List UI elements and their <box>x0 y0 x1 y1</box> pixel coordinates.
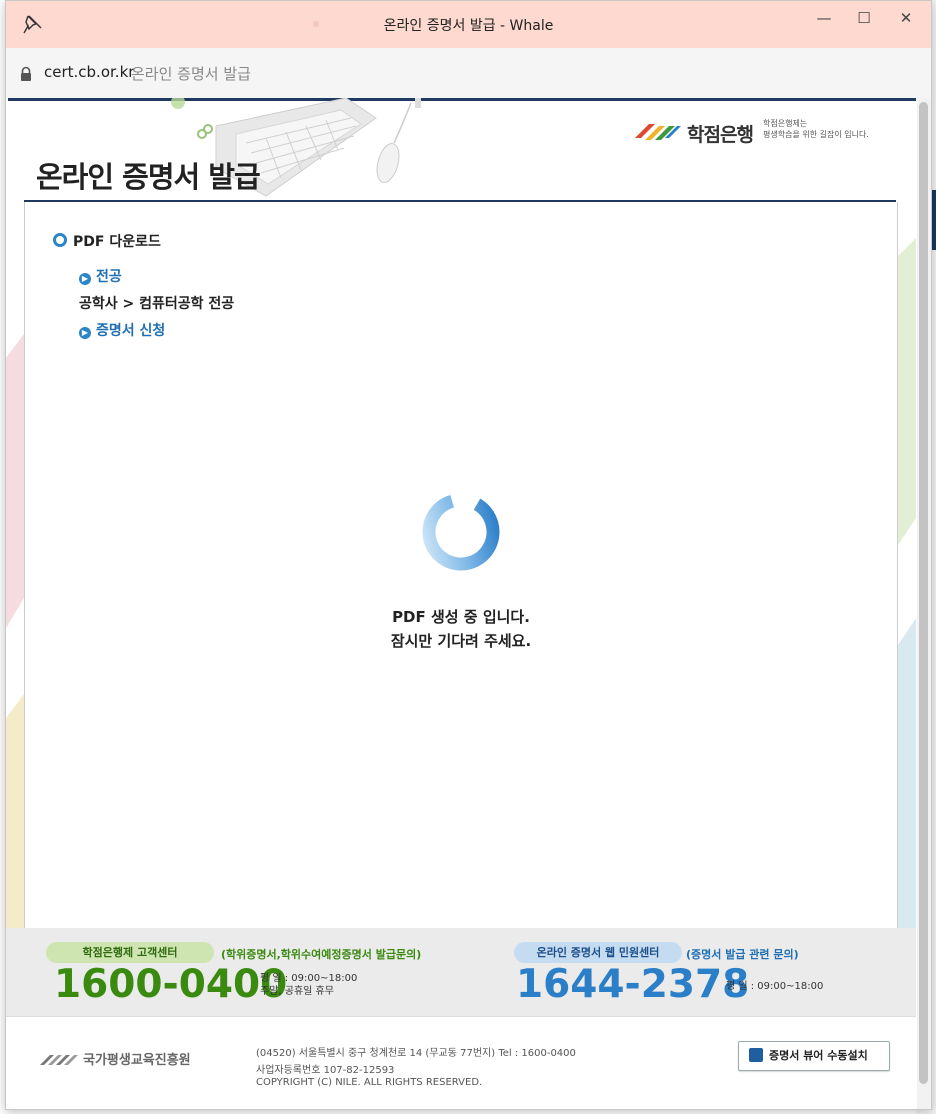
customer-center-phone: 1600-0400 <box>54 962 288 1007</box>
minimize-button[interactable]: — <box>809 7 839 31</box>
lock-icon <box>21 66 31 81</box>
window-title: 온라인 증명서 발급 - Whale <box>383 18 554 34</box>
web-center-note: (증명서 발급 관련 문의) <box>686 948 799 961</box>
customer-center-note: (학위증명서,학위수여예정증명서 발급문의) <box>221 948 422 961</box>
page-title: 온라인 증명서 발급 <box>36 160 261 194</box>
arrow-bullet-icon: ▶ <box>79 327 91 339</box>
address-domain: cert.cb.or.kr <box>44 63 135 81</box>
bottom-info: 국가평생교육진흥원 (04520) 서울특별시 중구 청계천로 14 (무교동 … <box>6 1016 916 1109</box>
contact-footer: 학점은행제 고객센터 (학위증명서,학위수여예정증명서 발급문의) 1600-0… <box>6 928 916 1016</box>
arrow-bullet-icon: ▶ <box>79 273 91 285</box>
close-button[interactable]: ✕ <box>891 7 921 31</box>
title-bar: 온라인 증명서 발급 - Whale — ☐ ✕ <box>6 1 931 48</box>
brand-name: 학점은행 <box>687 124 754 146</box>
customer-center-hours: 평 일 : 09:00~18:00 주말, 공휴일 휴무 <box>260 972 357 998</box>
brand-slogan-line1: 학점은행제는 <box>763 119 808 128</box>
credit-bank-logo <box>635 124 681 140</box>
customer-center-weekday: 평 일 : 09:00~18:00 <box>260 973 358 984</box>
brand-slogan: 학점은행제는 평생학습을 위한 길잡이 입니다. <box>763 118 869 140</box>
nile-logo <box>40 1055 78 1065</box>
major-link[interactable]: ▶ 전공 <box>79 266 122 286</box>
certificate-apply-link[interactable]: ▶ 증명서 신청 <box>79 320 165 340</box>
address-bar[interactable]: cert.cb.or.kr 온라인 증명서 발급 <box>6 48 931 99</box>
web-center-hours: 평 일 : 09:00~18:00 <box>726 981 824 992</box>
brand-slogan-line2: 평생학습을 위한 길잡이 입니다. <box>763 130 869 139</box>
circle-bullet-icon <box>53 233 67 247</box>
customer-center-label: 학점은행제 고객센터 <box>46 942 214 963</box>
major-value: 공학사 > 컴퓨터공학 전공 <box>79 296 235 312</box>
page-content: 온라인 증명서 발급 학점은행 학점은행제는 평생학습을 위한 길잡이 입니다.… <box>6 98 931 1109</box>
pdf-download-label: PDF 다운로드 <box>73 234 161 250</box>
viewer-install-button[interactable]: 증명서 뷰어 수동설치 <box>738 1041 890 1071</box>
loading-message-line2: 잠시만 기다려 주세요. <box>390 632 532 650</box>
loading-spinner-icon <box>422 493 500 571</box>
viewer-install-label: 증명서 뷰어 수동설치 <box>769 1049 868 1062</box>
copyright: COPYRIGHT (C) NILE. ALL RIGHTS RESERVED. <box>256 1077 483 1088</box>
customer-center-weekend: 주말, 공휴일 휴무 <box>260 986 334 997</box>
web-center-phone: 1644-2378 <box>516 962 750 1007</box>
org-address: (04520) 서울특별시 중구 청계천로 14 (무교동 77번지) Tel … <box>256 1048 576 1059</box>
major-link-label: 전공 <box>96 269 122 285</box>
address-page-title: 온라인 증명서 발급 <box>131 65 251 83</box>
popup-window: 온라인 증명서 발급 - Whale — ☐ ✕ cert.cb.or.kr 온… <box>5 0 932 1110</box>
scrollbar-thumb[interactable] <box>919 102 928 1084</box>
top-rule <box>8 98 916 101</box>
biz-number: 사업자등록번호 107-82-12593 <box>256 1065 395 1076</box>
web-center-label: 온라인 증명서 웹 민원센터 <box>514 942 682 963</box>
floppy-icon <box>749 1048 763 1062</box>
maximize-button[interactable]: ☐ <box>849 7 879 31</box>
pdf-download-heading: PDF 다운로드 <box>53 231 161 251</box>
certificate-apply-label: 증명서 신청 <box>96 323 166 339</box>
loading-message-line1: PDF 생성 중 입니다. <box>392 608 530 626</box>
org-name: 국가평생교육진흥원 <box>83 1053 191 1068</box>
